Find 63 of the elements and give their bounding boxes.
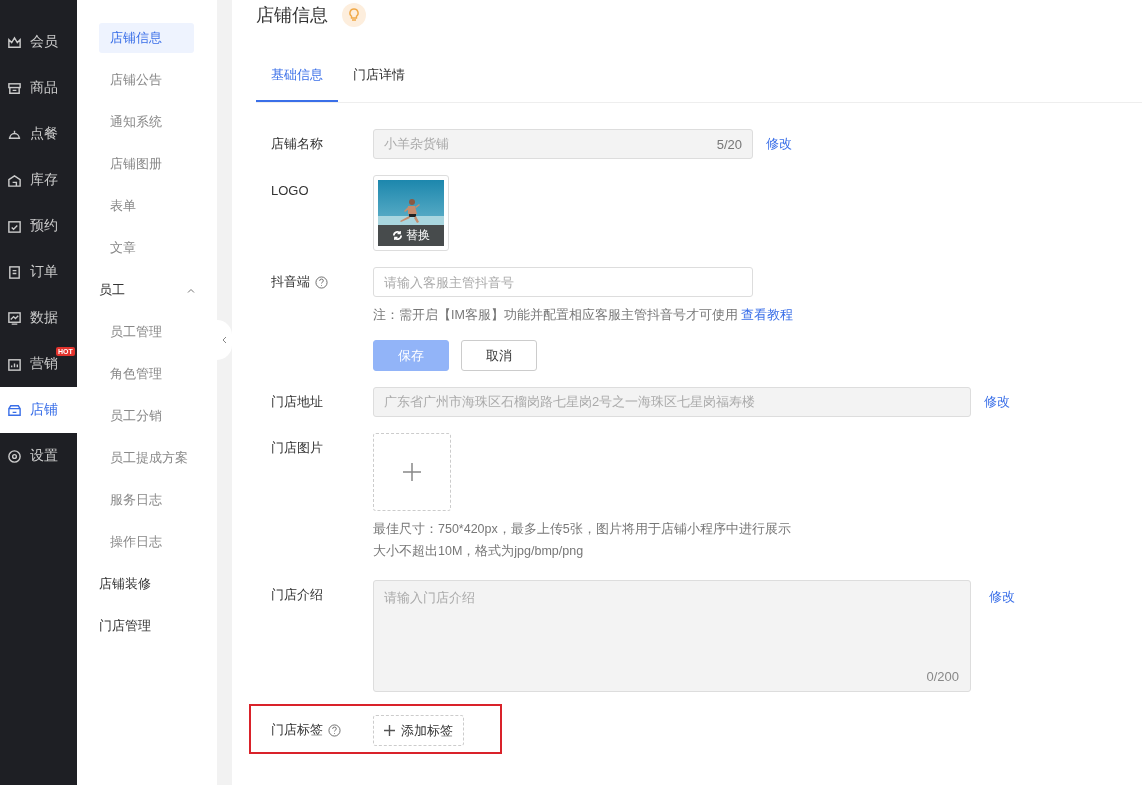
help-icon[interactable]	[315, 275, 328, 289]
refresh-icon	[392, 230, 403, 241]
tutorial-link[interactable]: 查看教程	[741, 308, 794, 322]
group-header[interactable]: 店铺装修	[99, 575, 151, 593]
char-counter: 0/200	[926, 669, 959, 684]
add-tag-button[interactable]: 添加标签	[373, 715, 464, 746]
edit-link[interactable]: 修改	[989, 588, 1015, 606]
field-label: 店铺名称	[271, 135, 323, 153]
sub-nav-item[interactable]: 文章	[99, 233, 194, 263]
clipboard-icon	[7, 264, 22, 280]
input-field[interactable]: 请输入客服主管抖音号	[373, 267, 753, 297]
upload-box[interactable]	[373, 433, 451, 511]
sub-nav-item[interactable]: 店铺公告	[99, 65, 194, 95]
sub-nav-item[interactable]: 员工提成方案	[99, 443, 199, 473]
chart-icon	[7, 310, 22, 326]
sub-nav-item[interactable]: 通知系统	[99, 107, 194, 137]
gear-icon	[7, 448, 22, 464]
sub-nav-item[interactable]: 表单	[99, 191, 194, 221]
field-label: 门店介绍	[271, 586, 323, 604]
nav-item[interactable]: 预约	[0, 203, 77, 249]
nav-item[interactable]: 数据	[0, 295, 77, 341]
sub-nav-item[interactable]: 店铺图册	[99, 149, 194, 179]
cancel-button[interactable]: 取消	[461, 340, 537, 371]
calendar-check-icon	[7, 218, 22, 234]
sub-nav-item[interactable]: 店铺信息	[99, 23, 194, 53]
field-label: 门店地址	[271, 393, 323, 411]
hint-text: 最佳尺寸：750*420px，最多上传5张，图片将用于店铺小程序中进行展示	[373, 521, 791, 538]
nav-item[interactable]: 商品	[0, 65, 77, 111]
sub-nav-item[interactable]: 操作日志	[99, 527, 194, 557]
house-icon	[7, 172, 22, 188]
sub-nav-item[interactable]: 角色管理	[99, 359, 194, 389]
sub-nav-item[interactable]: 员工分销	[99, 401, 194, 431]
chevron-left-icon	[222, 336, 227, 344]
nav-item[interactable]: 设置	[0, 433, 77, 479]
field-label: 抖音端	[271, 273, 310, 291]
nav-item[interactable]: 店铺	[0, 387, 77, 433]
nav-item[interactable]: 会员	[0, 19, 77, 65]
group-header[interactable]: 门店管理	[99, 617, 151, 635]
page-title: 店铺信息	[256, 4, 328, 27]
lightbulb-icon[interactable]	[342, 3, 366, 27]
plus-icon	[403, 463, 421, 481]
field-label: 门店图片	[271, 439, 323, 457]
tab[interactable]: 基础信息	[256, 58, 338, 102]
store-icon	[7, 402, 22, 418]
field-label: 门店标签	[271, 721, 323, 739]
shop-chart-icon	[7, 356, 22, 372]
field-label: LOGO	[271, 182, 309, 198]
replace-button[interactable]: 替换	[378, 225, 444, 246]
crown-icon	[7, 34, 22, 50]
box-icon	[7, 80, 22, 96]
caret-up-icon[interactable]	[187, 287, 195, 293]
nav-item[interactable]: 点餐	[0, 111, 77, 157]
nav-item[interactable]: 订单	[0, 249, 77, 295]
nav-item[interactable]: 库存	[0, 157, 77, 203]
sub-nav-item[interactable]: 员工管理	[99, 317, 194, 347]
tab[interactable]: 门店详情	[338, 58, 420, 102]
sub-nav-item[interactable]: 服务日志	[99, 485, 194, 515]
note-text: 注：需开启【IM客服】功能并配置相应客服主管抖音号才可使用 查看教程	[373, 307, 794, 324]
collapse-handle[interactable]	[217, 320, 232, 360]
hint-text: 大小不超出10M，格式为jpg/bmp/png	[373, 543, 585, 560]
plus-icon	[384, 725, 395, 736]
help-icon[interactable]	[328, 723, 341, 737]
group-header[interactable]: 员工	[99, 281, 125, 299]
